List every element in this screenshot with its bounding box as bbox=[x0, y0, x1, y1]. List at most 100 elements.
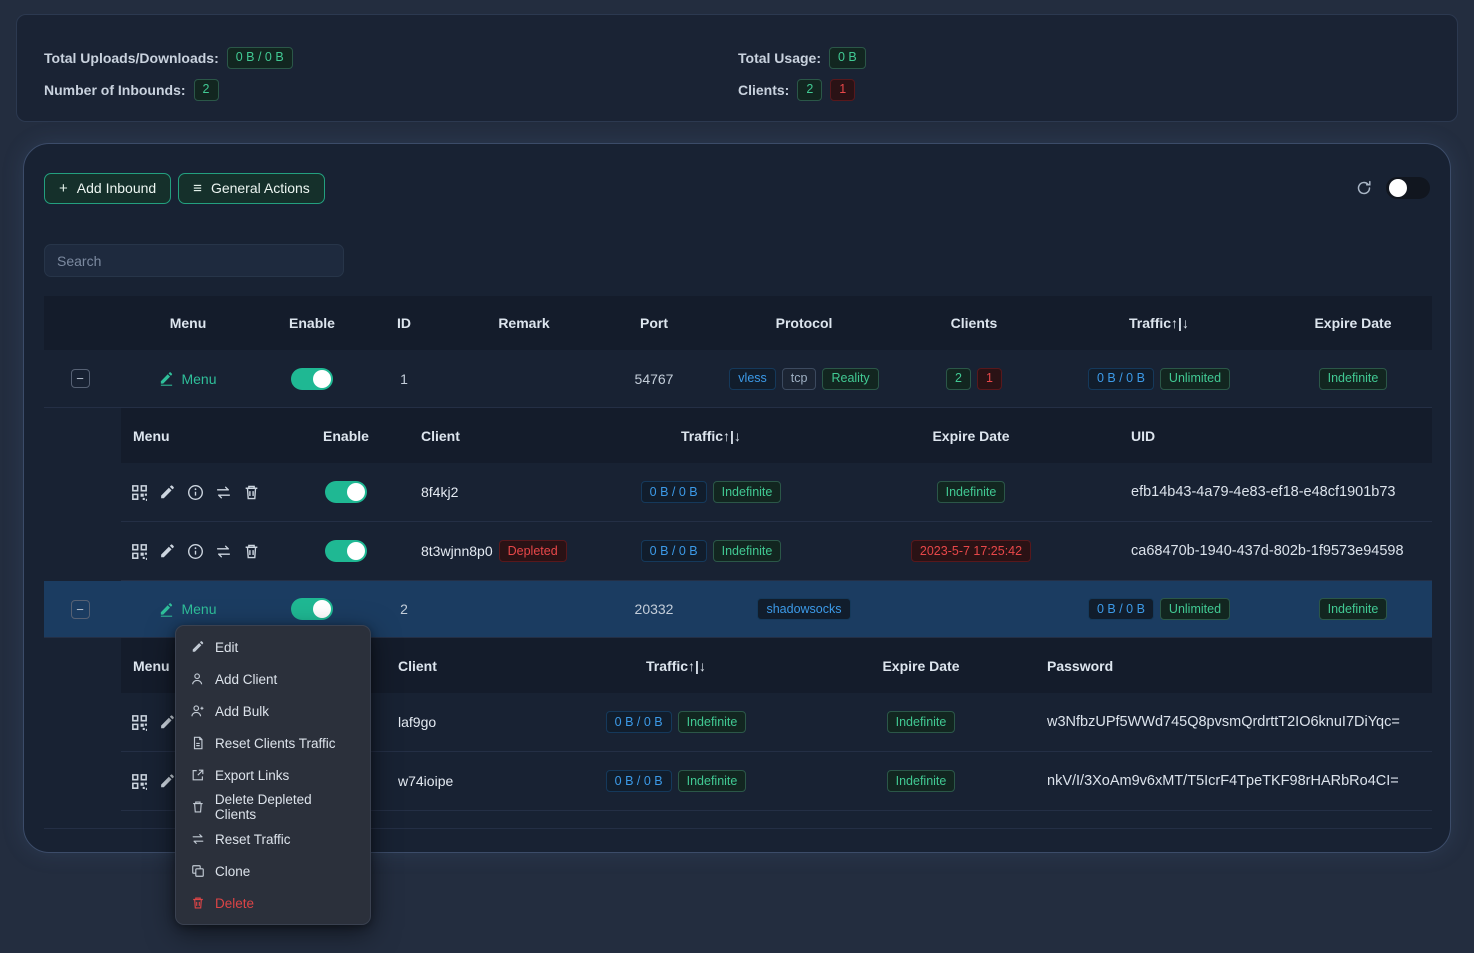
uploads-label: Total Uploads/Downloads: bbox=[44, 50, 219, 66]
inbound-2-traffic-badge: 0 B / 0 B bbox=[1088, 598, 1154, 620]
add-inbound-button[interactable]: + Add Inbound bbox=[44, 173, 171, 204]
toolbar: + Add Inbound ≡ General Actions bbox=[44, 171, 1430, 205]
client-name: w74ioipe bbox=[371, 773, 551, 789]
inbounds-count-badge: 2 bbox=[194, 79, 219, 101]
edit-client-icon[interactable] bbox=[159, 714, 176, 731]
inbound-2-menu-label: Menu bbox=[181, 601, 216, 617]
header-expire-date: Expire Date bbox=[1274, 315, 1432, 331]
sub2-header-traffic-sort[interactable]: Traffic↑|↓ bbox=[551, 658, 801, 674]
sub1-header-enable: Enable bbox=[291, 428, 401, 444]
client-expire: Indefinite bbox=[801, 711, 1041, 733]
clone-icon bbox=[191, 864, 205, 878]
menu-item-edit[interactable]: Edit bbox=[176, 631, 370, 663]
reset-traffic-icon[interactable] bbox=[215, 484, 232, 501]
menu-item-export-links[interactable]: Export Links bbox=[176, 759, 370, 791]
sub1-header-menu: Menu bbox=[121, 428, 291, 444]
client-traffic-total-badge: Indefinite bbox=[713, 540, 782, 562]
collapse-inbound-1-button[interactable]: − bbox=[71, 369, 90, 388]
page: Total Uploads/Downloads: 0 B / 0 B Numbe… bbox=[0, 0, 1474, 953]
edit-client-icon[interactable] bbox=[159, 543, 176, 560]
general-actions-label: General Actions bbox=[211, 180, 310, 196]
header-id: ID bbox=[364, 315, 444, 331]
menu-item-reset-clients-traffic-label: Reset Clients Traffic bbox=[215, 736, 336, 751]
client-enable-toggle[interactable] bbox=[325, 481, 367, 503]
header-remark: Remark bbox=[444, 315, 604, 331]
inbound-2-menu-link[interactable]: Menu bbox=[159, 601, 216, 617]
inbound-1-clients-header: Menu Enable Client Traffic↑|↓ Expire Dat… bbox=[121, 408, 1432, 463]
inbound-2-id: 2 bbox=[364, 601, 444, 617]
client-traffic: 0 B / 0 B Indefinite bbox=[551, 711, 801, 733]
menu-item-add-client-label: Add Client bbox=[215, 672, 277, 687]
menu-item-delete[interactable]: Delete bbox=[176, 887, 370, 919]
client-traffic-badge: 0 B / 0 B bbox=[641, 540, 707, 562]
client-traffic-total-badge: Indefinite bbox=[678, 711, 747, 733]
inbound-1-menu-link[interactable]: Menu bbox=[159, 371, 216, 387]
inbound-row-1: − Menu 1 54767 vless tcp Reality bbox=[44, 350, 1432, 408]
qr-code-icon[interactable] bbox=[131, 714, 148, 731]
info-icon[interactable] bbox=[187, 543, 204, 560]
delete-depleted-clients-icon bbox=[191, 800, 205, 814]
qr-code-icon[interactable] bbox=[131, 773, 148, 790]
edit-client-icon[interactable] bbox=[159, 484, 176, 501]
client-expire-badge: Indefinite bbox=[937, 481, 1006, 503]
inbounds-count-label: Number of Inbounds: bbox=[44, 82, 186, 98]
delete-client-icon[interactable] bbox=[243, 484, 260, 501]
client-uid: efb14b43-4a79-4e83-ef18-e48cf1901b73 bbox=[1121, 484, 1432, 500]
inbound-1-menu-label: Menu bbox=[181, 371, 216, 387]
client-enable-toggle[interactable] bbox=[325, 540, 367, 562]
menu-item-clone[interactable]: Clone bbox=[176, 855, 370, 887]
menu-item-delete-depleted-clients-label: Delete Depleted Clients bbox=[215, 792, 355, 822]
collapse-inbound-2-button[interactable]: − bbox=[71, 600, 90, 619]
clients-depleted-badge: 1 bbox=[830, 79, 855, 101]
menu-item-delete-depleted-clients[interactable]: Delete Depleted Clients bbox=[176, 791, 370, 823]
delete-client-icon[interactable] bbox=[243, 543, 260, 560]
sub1-header-traffic-sort[interactable]: Traffic↑|↓ bbox=[601, 428, 821, 444]
theme-toggle-knob bbox=[1389, 179, 1407, 197]
menu-item-clone-label: Clone bbox=[215, 864, 250, 879]
menu-item-reset-traffic-label: Reset Traffic bbox=[215, 832, 291, 847]
header-menu: Menu bbox=[116, 315, 260, 331]
menu-item-add-bulk[interactable]: Add Bulk bbox=[176, 695, 370, 727]
client-traffic: 0 B / 0 B Indefinite bbox=[601, 540, 821, 562]
menu-item-reset-clients-traffic[interactable]: Reset Clients Traffic bbox=[176, 727, 370, 759]
edit-pencil-icon bbox=[159, 371, 174, 386]
edit-client-icon[interactable] bbox=[159, 773, 176, 790]
inbound-2-traffic-total-badge: Unlimited bbox=[1160, 598, 1230, 620]
info-icon[interactable] bbox=[187, 484, 204, 501]
client-traffic-badge: 0 B / 0 B bbox=[606, 770, 672, 792]
uploads-value-badge: 0 B / 0 B bbox=[227, 47, 293, 69]
qr-code-icon[interactable] bbox=[131, 484, 148, 501]
client-password: nkV/I/3XoAm9v6xMT/T5IcrF4TpeTKF98rHARbRo… bbox=[1041, 773, 1432, 789]
menu-item-export-links-label: Export Links bbox=[215, 768, 289, 783]
edit-icon bbox=[191, 640, 205, 654]
inbound-2-expire: Indefinite bbox=[1274, 598, 1432, 620]
inbound-2-enable-toggle[interactable] bbox=[291, 598, 333, 620]
header-traffic-sort[interactable]: Traffic↑|↓ bbox=[1044, 315, 1274, 331]
refresh-icon[interactable] bbox=[1356, 180, 1372, 196]
reset-traffic-icon[interactable] bbox=[215, 543, 232, 560]
clients-active-badge: 2 bbox=[797, 79, 822, 101]
client-expire-badge: Indefinite bbox=[887, 711, 956, 733]
sub1-header-expire: Expire Date bbox=[821, 428, 1121, 444]
protocol-badge-reality: Reality bbox=[822, 368, 878, 390]
theme-toggle[interactable] bbox=[1386, 177, 1430, 199]
header-port: Port bbox=[604, 315, 704, 331]
header-enable: Enable bbox=[260, 315, 364, 331]
inbound-1-enable-toggle[interactable] bbox=[291, 368, 333, 390]
sub2-header-client: Client bbox=[371, 658, 551, 674]
reset-traffic-icon bbox=[191, 832, 205, 846]
menu-item-add-client[interactable]: Add Client bbox=[176, 663, 370, 695]
client-expire: Indefinite bbox=[821, 481, 1121, 503]
general-actions-button[interactable]: ≡ General Actions bbox=[178, 173, 325, 204]
protocol-badge-tcp: tcp bbox=[782, 368, 817, 390]
client-name: laf9go bbox=[371, 714, 551, 730]
qr-code-icon[interactable] bbox=[131, 543, 148, 560]
menu-item-reset-traffic[interactable]: Reset Traffic bbox=[176, 823, 370, 855]
inbound-1-protocols: vless tcp Reality bbox=[704, 368, 904, 390]
search-input[interactable] bbox=[44, 244, 344, 277]
inbound-1-clients-depleted-badge: 1 bbox=[977, 368, 1002, 390]
menu-item-delete-label: Delete bbox=[215, 896, 254, 911]
hamburger-icon: ≡ bbox=[193, 180, 202, 197]
client-traffic-total-badge: Indefinite bbox=[713, 481, 782, 503]
protocol-badge-shadowsocks: shadowsocks bbox=[757, 598, 850, 620]
